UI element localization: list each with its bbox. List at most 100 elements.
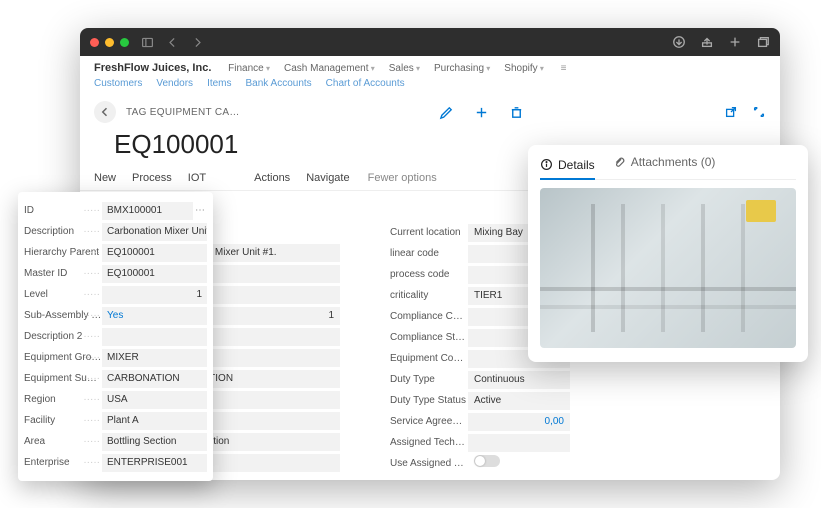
info-icon: [540, 158, 553, 171]
tab-actions[interactable]: Actions: [254, 172, 290, 184]
field-label: Use Assigned Tec…: [390, 458, 468, 469]
field-label: Region: [24, 394, 102, 405]
field-level: Level1: [24, 284, 207, 305]
field-label: Description 2: [24, 331, 102, 342]
field-value[interactable]: 1: [102, 286, 207, 304]
share-icon[interactable]: [700, 35, 714, 49]
field-value[interactable]: [468, 434, 570, 452]
tab-new[interactable]: New: [94, 172, 116, 184]
field-label: Duty Type: [390, 374, 468, 385]
field-master-id: Master IDEQ100001: [24, 263, 207, 284]
field-duty-type-status: Duty Type StatusActive: [390, 390, 570, 411]
toggle[interactable]: [474, 455, 500, 467]
tab-process[interactable]: Process: [132, 172, 172, 184]
field-value[interactable]: CARBONATION: [102, 370, 207, 388]
nav-cash-management[interactable]: Cash Management: [284, 63, 375, 74]
menu-icon[interactable]: ≡: [561, 63, 567, 74]
field-hierarchy-parent: Hierarchy ParentEQ100001: [24, 242, 207, 263]
equipment-image: [540, 188, 796, 348]
tab-details[interactable]: Details: [540, 155, 595, 180]
field-label: Equipment Confi…: [390, 353, 468, 364]
subnav-vendors[interactable]: Vendors: [156, 78, 193, 89]
download-icon[interactable]: [672, 35, 686, 49]
field-label: Master ID: [24, 268, 102, 279]
field-label: Enterprise: [24, 457, 102, 468]
field-label: Compliance Code: [390, 311, 468, 322]
field-value[interactable]: EQ100001: [102, 265, 207, 283]
popout-icon[interactable]: [724, 105, 738, 119]
delete-icon[interactable]: [509, 105, 524, 120]
field-facility: FacilityPlant A: [24, 410, 207, 431]
maximize-icon[interactable]: [120, 38, 129, 47]
details-card: Details Attachments (0): [528, 145, 808, 362]
field-label: Equipment Group: [24, 352, 102, 363]
field-label: Assigned Technici…: [390, 437, 468, 448]
subnav-items[interactable]: Items: [207, 78, 231, 89]
field-label: Current location: [390, 227, 468, 238]
field-label: process code: [390, 269, 468, 280]
nav-shopify[interactable]: Shopify: [504, 63, 544, 74]
nav-purchasing[interactable]: Purchasing: [434, 63, 490, 74]
subnav-chart-of-accounts[interactable]: Chart of Accounts: [326, 78, 405, 89]
edit-icon[interactable]: [439, 105, 454, 120]
paperclip-icon: [613, 156, 626, 169]
more-icon[interactable]: ⋯: [193, 205, 207, 216]
tabs-icon[interactable]: [756, 35, 770, 49]
field-value[interactable]: Plant A: [102, 412, 207, 430]
field-enterprise: EnterpriseENTERPRISE001: [24, 452, 207, 473]
titlebar: [80, 28, 780, 56]
fewer-options[interactable]: Fewer options: [368, 172, 437, 184]
field-value[interactable]: MIXER: [102, 349, 207, 367]
field-label: Compliance Status: [390, 332, 468, 343]
field-value[interactable]: Bottling Section: [102, 433, 207, 451]
tab-attachments[interactable]: Attachments (0): [613, 155, 716, 173]
field-service-agreeme-: Service Agreeme…0,00: [390, 411, 570, 432]
field-value[interactable]: USA: [102, 391, 207, 409]
field-value[interactable]: Carbonation Mixer Unit #1.: [102, 223, 207, 241]
field-label: Level: [24, 289, 102, 300]
field-use-assigned-tec-: Use Assigned Tec…: [390, 453, 570, 474]
field-value[interactable]: Continuous: [468, 371, 570, 389]
collapse-icon[interactable]: [752, 105, 766, 119]
field-value[interactable]: [102, 328, 207, 346]
field-label: Facility: [24, 415, 102, 426]
field-equipment-subgr-: Equipment Subgr…CARBONATION: [24, 368, 207, 389]
field-area: AreaBottling Section: [24, 431, 207, 452]
add-icon[interactable]: [474, 105, 489, 120]
sidebar-toggle-icon[interactable]: [141, 36, 154, 49]
field-description: DescriptionCarbonation Mixer Unit #1.: [24, 221, 207, 242]
field-sub-assembly-exist: Sub-Assembly ExistYes: [24, 305, 207, 326]
field-value[interactable]: ENTERPRISE001: [102, 454, 207, 472]
field-label: Description: [24, 226, 102, 237]
back-icon[interactable]: [166, 36, 179, 49]
field-description-2: Description 2: [24, 326, 207, 347]
brand[interactable]: FreshFlow Juices, Inc.: [94, 62, 211, 74]
top-nav: FreshFlow Juices, Inc. Finance Cash Manag…: [80, 56, 780, 89]
tab-navigate[interactable]: Navigate: [306, 172, 349, 184]
minimize-icon[interactable]: [105, 38, 114, 47]
plus-icon[interactable]: [728, 35, 742, 49]
field-value[interactable]: Active: [468, 392, 570, 410]
field-value[interactable]: EQ100001: [102, 244, 207, 262]
window-controls[interactable]: [90, 38, 129, 47]
tab-iot[interactable]: IOT: [188, 172, 206, 184]
nav-sales[interactable]: Sales: [389, 63, 420, 74]
field-label: criticality: [390, 290, 468, 301]
subnav-bank-accounts[interactable]: Bank Accounts: [246, 78, 312, 89]
field-value[interactable]: 0,00: [468, 413, 570, 431]
field-label: linear code: [390, 248, 468, 259]
field-id: IDBMX100001⋯: [24, 200, 207, 221]
field-label: Sub-Assembly Exist: [24, 310, 102, 321]
close-icon[interactable]: [90, 38, 99, 47]
subnav-customers[interactable]: Customers: [94, 78, 142, 89]
forward-icon[interactable]: [191, 36, 204, 49]
field-assigned-technici-: Assigned Technici…: [390, 432, 570, 453]
field-region: RegionUSA: [24, 389, 207, 410]
field-value[interactable]: Yes: [102, 307, 207, 325]
field-value[interactable]: BMX100001: [102, 202, 193, 220]
nav-finance[interactable]: Finance: [228, 63, 270, 74]
field-label: Hierarchy Parent: [24, 247, 102, 258]
back-button[interactable]: [94, 101, 116, 123]
field-label: Service Agreeme…: [390, 416, 468, 427]
breadcrumb: TAG EQUIPMENT CA…: [126, 107, 240, 118]
